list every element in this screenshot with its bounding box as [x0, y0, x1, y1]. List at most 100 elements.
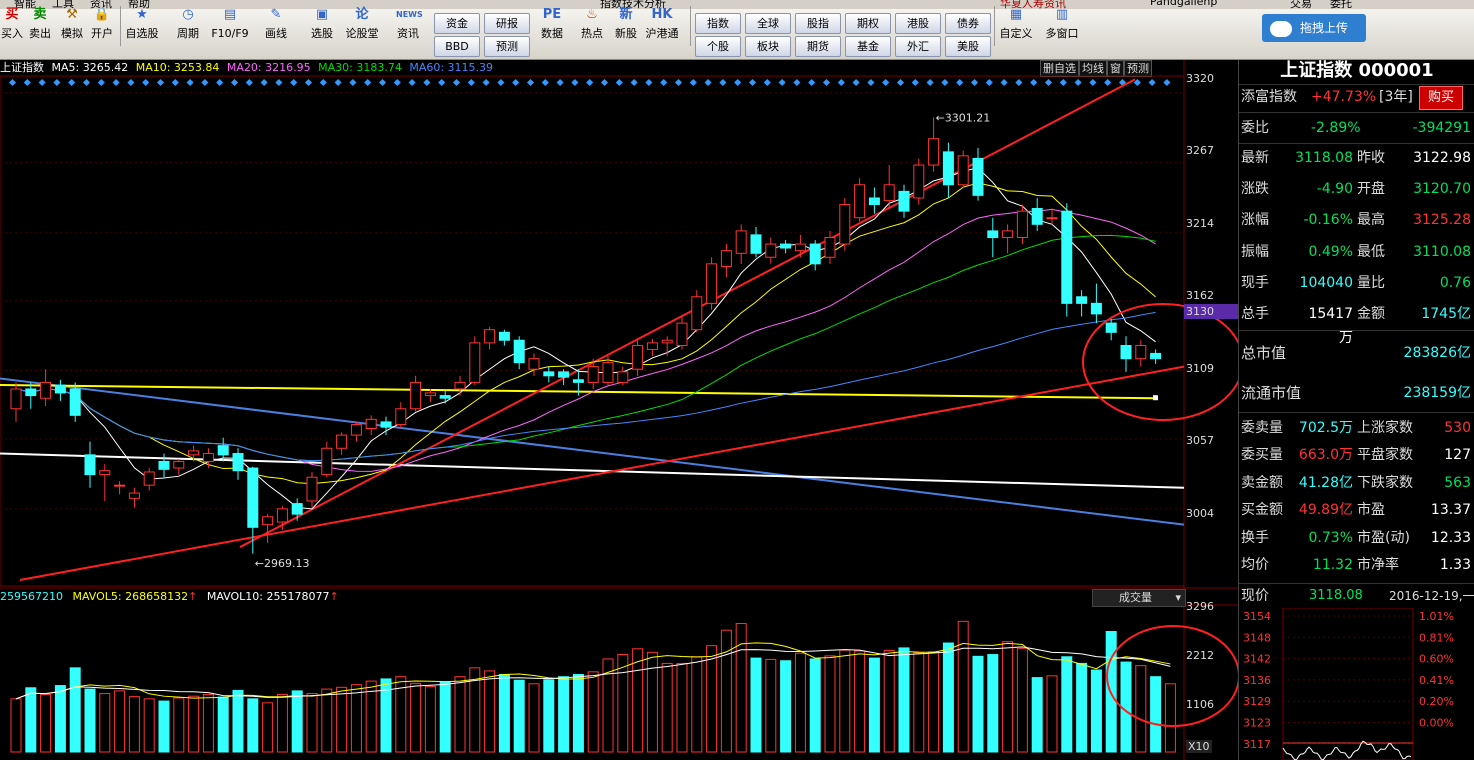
- candle-body: [513, 339, 525, 364]
- intraday-mini-chart[interactable]: 3154 1.01% 3148 0.81% 3142 0.60% 3136 0.41% 3129…: [1239, 608, 1474, 760]
- quote-label: 最高: [1357, 212, 1385, 229]
- quote-value: 530: [1444, 420, 1471, 436]
- marker-diamond: [719, 78, 727, 87]
- volume-bar: [972, 655, 984, 753]
- volume-bar: [750, 657, 762, 753]
- marker-diamond: [837, 78, 845, 87]
- marker-diamond: [38, 78, 46, 87]
- marker-diamond: [1030, 78, 1038, 87]
- volume-bar: [1135, 665, 1147, 753]
- candle-body: [40, 381, 52, 399]
- total-mv-label: 总市值: [1241, 344, 1287, 362]
- cloud-icon: [1270, 20, 1292, 37]
- volume-bar: [262, 702, 274, 753]
- volume-tick: 1106: [1186, 698, 1214, 711]
- now-date: 2016-12-19,一: [1389, 589, 1474, 603]
- candle-body: [395, 408, 407, 426]
- chart-frame: [0, 75, 1185, 587]
- volume-bar: [765, 658, 777, 753]
- candle-body: [646, 342, 658, 350]
- volume-bar: [898, 647, 910, 753]
- candle-body: [883, 184, 895, 202]
- candle-body: [750, 234, 762, 254]
- candle-body: [1031, 208, 1043, 225]
- marker-diamond: [600, 78, 609, 87]
- volume-bar: [69, 667, 81, 753]
- quote-value: 49.89亿: [1298, 502, 1353, 519]
- volume-bar: [454, 676, 466, 753]
- volume-bar: [40, 693, 52, 753]
- candle-body: [291, 503, 303, 515]
- candle-body: [632, 345, 644, 370]
- price-tick: 3057: [1186, 434, 1214, 447]
- entrust-link[interactable]: 委托: [1330, 0, 1352, 9]
- quote-value: 0.49%: [1308, 243, 1353, 260]
- quote-label: 换手: [1241, 529, 1269, 546]
- candle-body: [173, 460, 185, 469]
- candle-body: [439, 395, 451, 399]
- marker-diamond: [970, 78, 979, 87]
- candle-body: [321, 447, 333, 476]
- volume-bar: [1164, 683, 1176, 753]
- volume-tick: 2212: [1186, 649, 1214, 662]
- current-price-marker: 3130: [1184, 304, 1240, 319]
- marker-diamond: [112, 78, 120, 87]
- volume-bar: [528, 683, 540, 753]
- candle-body: [54, 384, 66, 394]
- volume-bar: [868, 657, 880, 753]
- volume-bar: [572, 673, 584, 753]
- marker-diamond: [201, 78, 209, 87]
- marker-diamond: [793, 78, 801, 87]
- marker-diamond: [911, 78, 919, 87]
- ma10-line: [15, 182, 1156, 485]
- marker-diamond: [586, 78, 594, 87]
- marker-diamond: [822, 78, 831, 87]
- candle-body: [1150, 352, 1162, 360]
- volume-bar: [676, 662, 688, 753]
- mini-tick-right: 0.00%: [1419, 717, 1454, 730]
- volume-bar: [720, 629, 732, 753]
- chevron-down-icon: ▾: [1175, 591, 1181, 604]
- volume-bar: [410, 682, 422, 753]
- candle-body: [602, 362, 614, 383]
- candle-body: [543, 371, 555, 377]
- quote-value: 1.33: [1439, 557, 1471, 573]
- marker-diamond: [808, 78, 816, 87]
- mini-tick-right: 0.81%: [1419, 631, 1454, 644]
- quote-label: 卖金额: [1241, 474, 1283, 491]
- quote-label: 现手: [1241, 274, 1269, 291]
- marker-diamond: [438, 78, 446, 87]
- marker-diamond: [497, 78, 505, 87]
- marker-diamond: [1059, 78, 1067, 87]
- marker-diamond: [852, 78, 860, 87]
- marker-diamond: [526, 78, 535, 87]
- candle-body: [735, 230, 747, 254]
- candle-body: [1016, 210, 1028, 238]
- trendline-yellow: [0, 384, 1156, 400]
- mini-tick-right: 1.01%: [1419, 610, 1454, 623]
- marker-diamond: [482, 78, 490, 87]
- volume-bar: [114, 690, 126, 753]
- marker-diamond: [956, 78, 964, 87]
- quote-value: 1745亿: [1421, 306, 1471, 322]
- marker-diamond: [260, 78, 268, 87]
- volume-bar: [1002, 641, 1014, 753]
- marker-diamond: [704, 78, 712, 87]
- volume-bar: [173, 697, 185, 753]
- volume-bar: [1150, 676, 1162, 753]
- marker-diamond: [1000, 78, 1008, 87]
- volume-bar: [54, 685, 66, 753]
- mavol10-label: MAVOL10: 255178077: [206, 590, 330, 603]
- trade-link[interactable]: 交易: [1290, 0, 1312, 9]
- volume-bar: [691, 656, 703, 753]
- indicator-select[interactable]: 成交量 ▾: [1092, 589, 1186, 607]
- volume-bar: [188, 695, 200, 753]
- volume-bar: [84, 688, 96, 753]
- marker-diamond: [171, 78, 179, 87]
- kline-chart[interactable]: ←3301.21 ←2969.13: [0, 0, 1238, 760]
- buy-button[interactable]: 购买: [1419, 86, 1463, 110]
- volume-bar: [1061, 656, 1073, 753]
- upload-label: 拖拽上传: [1300, 21, 1349, 35]
- volume-bar: [587, 671, 599, 753]
- drag-upload-button[interactable]: 拖拽上传: [1262, 14, 1366, 42]
